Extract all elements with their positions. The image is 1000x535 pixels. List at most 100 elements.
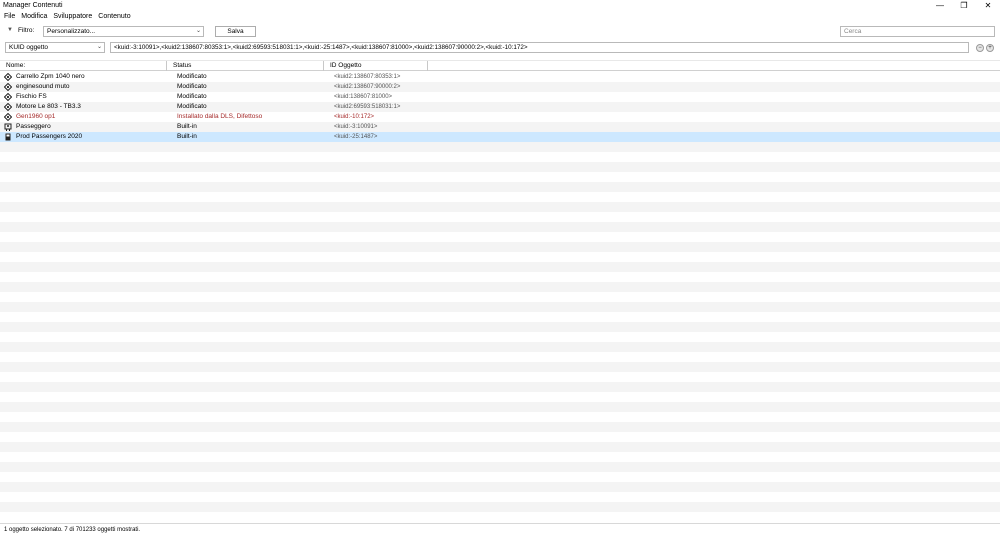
chevron-down-icon: ⌄: [195, 28, 201, 34]
menu-sviluppatore[interactable]: Sviluppatore: [53, 13, 92, 20]
empty-row: [0, 192, 1000, 202]
column-header-id[interactable]: ID Oggetto: [324, 61, 428, 71]
window-title: Manager Contenuti: [3, 2, 63, 9]
asset-name: Passeggero: [16, 123, 51, 130]
asset-list: Carrello Zpm 1040 nero Modificato <kuid2:1…: [0, 72, 1000, 522]
empty-row: [0, 172, 1000, 182]
diamond-icon: [3, 102, 13, 112]
empty-row: [0, 342, 1000, 352]
menu-bar: File Modifica Sviluppatore Contenuto: [0, 11, 131, 22]
empty-row: [0, 282, 1000, 292]
asset-kuid: <kuid2:69593:518031:1>: [334, 104, 401, 110]
column-header-status[interactable]: Status: [167, 61, 324, 71]
empty-row: [0, 422, 1000, 432]
query-field-value: KUID oggetto: [9, 44, 49, 51]
empty-row: [0, 142, 1000, 152]
empty-row: [0, 252, 1000, 262]
empty-row: [0, 312, 1000, 322]
asset-kuid: <kuid:138607:81000>: [334, 94, 393, 100]
empty-row: [0, 162, 1000, 172]
empty-row: [0, 442, 1000, 452]
minimize-button[interactable]: —: [928, 0, 952, 11]
empty-row: [0, 382, 1000, 392]
empty-row: [0, 352, 1000, 362]
filter-toolbar: ▼ Filtro: Personalizzato... ⌄ Salva Cerc…: [0, 24, 1000, 40]
empty-row: [0, 212, 1000, 222]
column-header-name[interactable]: Nome:: [0, 61, 167, 71]
diamond-icon: [3, 82, 13, 92]
empty-row: [0, 222, 1000, 232]
empty-row: [0, 372, 1000, 382]
empty-row: [0, 232, 1000, 242]
empty-row: [0, 482, 1000, 492]
empty-row: [0, 302, 1000, 312]
chevron-down-icon: ⌄: [96, 44, 102, 50]
asset-kuid: <kuid:-3:10091>: [334, 124, 378, 130]
empty-row: [0, 152, 1000, 162]
empty-row: [0, 202, 1000, 212]
asset-kuid: <kuid:-25:1487>: [334, 134, 378, 140]
empty-row: [0, 462, 1000, 472]
empty-row: [0, 492, 1000, 502]
asset-name: Motore Le 803 - TB3.3: [16, 103, 81, 110]
query-input[interactable]: <kuid:-3:10091>,<kuid2:138607:80353:1>,<…: [110, 42, 969, 53]
asset-name: Carrello Zpm 1040 nero: [16, 73, 85, 80]
asset-status: Modificato: [177, 73, 207, 80]
remove-query-button[interactable]: −: [976, 44, 984, 52]
asset-name: Prod Passengers 2020: [16, 133, 83, 140]
asset-name: enginesound muto: [16, 83, 70, 90]
empty-row: [0, 262, 1000, 272]
empty-row: [0, 332, 1000, 342]
query-field-dropdown[interactable]: KUID oggetto ⌄: [5, 42, 105, 53]
asset-status: Modificato: [177, 83, 207, 90]
asset-name: Fischio FS: [16, 93, 47, 100]
asset-kuid: <kuid:-10:172>: [334, 114, 375, 120]
table-row[interactable]: Carrello Zpm 1040 nero Modificato <kuid2:1…: [0, 72, 1000, 82]
passenger-icon: [4, 123, 12, 131]
diamond-icon: [3, 112, 13, 122]
save-button[interactable]: Salva: [215, 26, 256, 37]
table-row[interactable]: Gen1960 op1 Installato dalla DLS, Difetto…: [0, 112, 1000, 122]
diamond-icon: [3, 92, 13, 102]
table-row[interactable]: Passeggero Built-in <kuid:-3:10091>: [0, 122, 1000, 132]
filter-label: Filtro:: [18, 27, 35, 34]
empty-row: [0, 242, 1000, 252]
filter-dropdown-value: Personalizzato...: [47, 28, 96, 35]
empty-row: [0, 432, 1000, 442]
asset-status: Installato dalla DLS, Difettoso: [177, 113, 263, 120]
search-input[interactable]: Cerca: [840, 26, 995, 37]
status-bar: 1 oggetto selezionato. 7 di 701233 ogget…: [0, 523, 1000, 535]
empty-row: [0, 452, 1000, 462]
empty-row: [0, 272, 1000, 282]
add-query-button[interactable]: +: [986, 44, 994, 52]
asset-kuid: <kuid2:138607:80353:1>: [334, 74, 401, 80]
asset-kuid: <kuid2:138607:90000:2>: [334, 84, 401, 90]
title-bar: Manager Contenuti — ❐ ✕: [0, 0, 1000, 11]
table-row[interactable]: Motore Le 803 - TB3.3 Modificato <kuid2:69…: [0, 102, 1000, 112]
filter-collapse-icon[interactable]: ▼: [7, 27, 13, 33]
table-row[interactable]: Fischio FS Modificato <kuid:138607:81000>: [0, 92, 1000, 102]
close-button[interactable]: ✕: [976, 0, 1000, 11]
empty-row: [0, 472, 1000, 482]
maximize-button[interactable]: ❐: [952, 0, 976, 11]
empty-row: [0, 402, 1000, 412]
query-toolbar: KUID oggetto ⌄ <kuid:-3:10091>,<kuid2:13…: [0, 41, 1000, 56]
menu-contenuto[interactable]: Contenuto: [98, 13, 130, 20]
table-row[interactable]: Prod Passengers 2020 Built-in <kuid:-25:14…: [0, 132, 1000, 142]
asset-status: Built-in: [177, 133, 197, 140]
empty-row: [0, 412, 1000, 422]
filter-dropdown[interactable]: Personalizzato... ⌄: [43, 26, 204, 37]
empty-row: [0, 392, 1000, 402]
empty-row: [0, 362, 1000, 372]
passenger-stop-icon: [4, 133, 12, 141]
table-row[interactable]: enginesound muto Modificato <kuid2:138607:…: [0, 82, 1000, 92]
empty-row: [0, 182, 1000, 192]
empty-row: [0, 502, 1000, 512]
status-text: 1 oggetto selezionato. 7 di 701233 ogget…: [4, 527, 141, 533]
asset-status: Modificato: [177, 103, 207, 110]
asset-name: Gen1960 op1: [16, 113, 56, 120]
menu-modifica[interactable]: Modifica: [21, 13, 47, 20]
empty-row: [0, 292, 1000, 302]
menu-file[interactable]: File: [4, 13, 15, 20]
empty-row: [0, 322, 1000, 332]
